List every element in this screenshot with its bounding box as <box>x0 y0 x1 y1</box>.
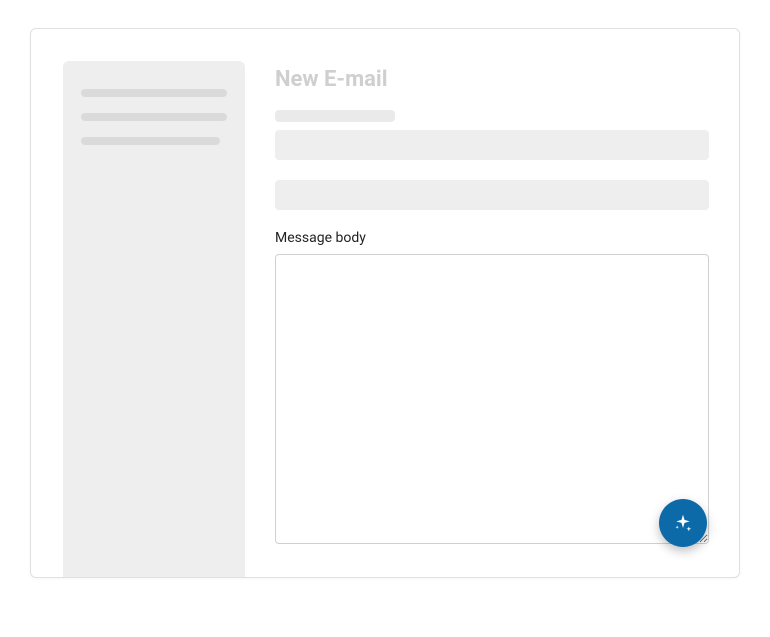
app-window: New E-mail Message body <box>30 28 740 578</box>
sparkle-icon <box>673 513 693 533</box>
ai-assist-button[interactable] <box>659 499 707 547</box>
field-label-placeholder <box>275 110 395 122</box>
page-title: New E-mail <box>275 67 709 92</box>
sidebar-item-placeholder <box>81 89 227 97</box>
subject-input-placeholder <box>275 180 709 210</box>
to-input-placeholder <box>275 130 709 160</box>
message-body-input[interactable] <box>275 254 709 544</box>
sidebar-item-placeholder <box>81 137 220 145</box>
message-body-label: Message body <box>275 230 709 246</box>
sidebar-item-placeholder <box>81 113 227 121</box>
main-content: New E-mail Message body <box>245 29 739 577</box>
sidebar <box>63 61 245 577</box>
